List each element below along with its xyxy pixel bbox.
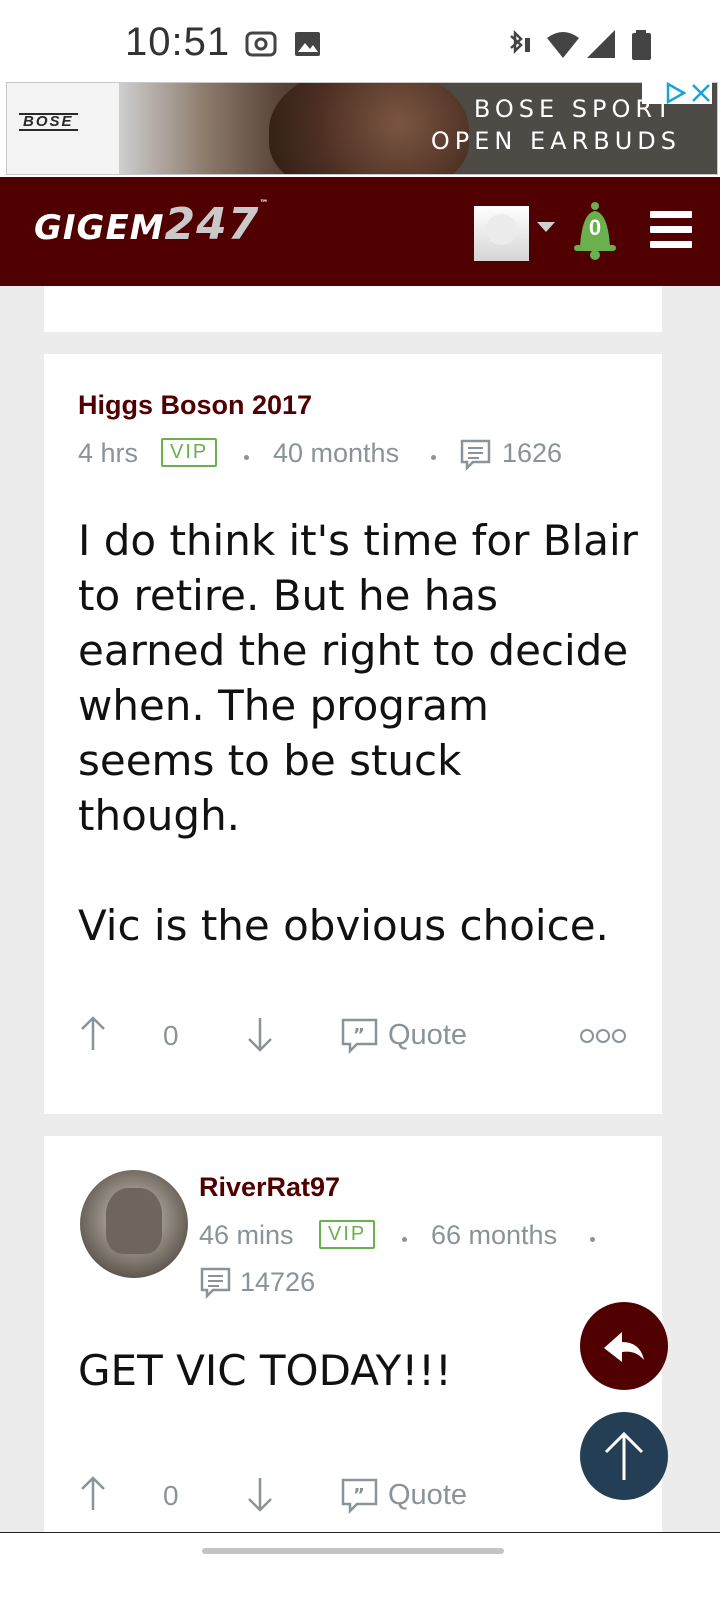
screen-record-icon bbox=[245, 31, 277, 57]
adchoices-icon[interactable] bbox=[664, 82, 688, 104]
svg-text:”: ” bbox=[353, 1485, 365, 1506]
battery-icon bbox=[632, 30, 651, 60]
ad-headline-2: OPEN EARBUDS bbox=[430, 127, 681, 155]
post-time: 46 mins bbox=[199, 1220, 294, 1250]
home-indicator[interactable] bbox=[202, 1548, 504, 1554]
logo-number: 247 bbox=[164, 199, 260, 250]
site-header: GIGEM247™ 0 bbox=[0, 177, 720, 286]
arrow-up-icon bbox=[604, 1431, 644, 1480]
author-tenure: 40 months bbox=[273, 438, 400, 468]
ad-photo bbox=[119, 83, 469, 174]
meta-separator bbox=[431, 455, 436, 460]
post-card: RiverRat97 46 mins VIP 66 months 14726 G… bbox=[44, 1136, 662, 1532]
quote-label: Quote bbox=[388, 1479, 467, 1511]
meta-separator bbox=[244, 455, 249, 460]
reply-button[interactable] bbox=[580, 1302, 668, 1390]
logo-text: GIGEM bbox=[34, 208, 165, 248]
vote-count: 0 bbox=[163, 1020, 179, 1051]
vip-badge: VIP bbox=[161, 438, 218, 467]
right-gutter bbox=[685, 286, 720, 1532]
ad-content[interactable]: BOSE BOSE SPORT OPEN EARBUDS bbox=[6, 82, 718, 175]
upvote-arrow-icon[interactable] bbox=[78, 1474, 108, 1514]
site-logo[interactable]: GIGEM247™ bbox=[34, 199, 269, 250]
quote-icon: ” bbox=[341, 1018, 378, 1054]
notification-count: 0 bbox=[588, 215, 602, 240]
quote-icon: ” bbox=[341, 1478, 378, 1514]
status-bar: 10:51 bbox=[0, 0, 720, 80]
cell-signal-icon bbox=[587, 30, 615, 58]
notifications-button[interactable]: 0 bbox=[572, 201, 618, 261]
quote-label: Quote bbox=[388, 1019, 467, 1051]
post-body: GET VIC TODAY!!! bbox=[78, 1346, 452, 1395]
author-post-count: 14726 bbox=[240, 1267, 316, 1297]
author-avatar[interactable] bbox=[80, 1170, 188, 1278]
ad-choices[interactable] bbox=[642, 82, 712, 104]
post-author[interactable]: RiverRat97 bbox=[199, 1172, 340, 1203]
vote-count: 0 bbox=[163, 1480, 179, 1511]
user-avatar[interactable] bbox=[474, 206, 529, 261]
meta-separator bbox=[402, 1237, 407, 1242]
post-body: I do think it's time for Blair to retire… bbox=[78, 516, 638, 950]
more-options-icon[interactable] bbox=[579, 1028, 627, 1044]
post-card: Higgs Boson 2017 4 hrs VIP 40 months 162… bbox=[44, 354, 662, 1114]
downvote-arrow-icon[interactable] bbox=[245, 1014, 275, 1054]
wifi-icon bbox=[547, 32, 579, 58]
logo-trademark: ™ bbox=[259, 199, 270, 209]
ad-logo-area: BOSE bbox=[7, 83, 119, 174]
hamburger-menu-icon[interactable] bbox=[650, 211, 692, 249]
reply-icon bbox=[604, 1332, 644, 1362]
post-count-icon bbox=[460, 439, 491, 472]
post-count-icon bbox=[200, 1267, 231, 1300]
bose-logo: BOSE bbox=[19, 113, 78, 131]
post-time: 4 hrs bbox=[78, 438, 139, 468]
bluetooth-vibrate-icon bbox=[510, 30, 530, 55]
meta-separator bbox=[590, 1237, 595, 1242]
system-navigation-bar bbox=[0, 1532, 720, 1601]
author-post-count: 1626 bbox=[502, 438, 563, 468]
scroll-to-top-button[interactable] bbox=[580, 1412, 668, 1500]
upvote-arrow-icon[interactable] bbox=[78, 1014, 108, 1054]
previous-post-bottom bbox=[44, 286, 662, 332]
vip-badge: VIP bbox=[319, 1220, 376, 1249]
image-icon bbox=[295, 32, 320, 56]
downvote-arrow-icon[interactable] bbox=[245, 1474, 275, 1514]
svg-text:”: ” bbox=[353, 1025, 365, 1046]
chevron-down-icon[interactable] bbox=[537, 222, 555, 232]
author-tenure: 66 months bbox=[431, 1220, 558, 1250]
ad-banner[interactable]: BOSE BOSE SPORT OPEN EARBUDS bbox=[0, 80, 720, 177]
close-ad-icon[interactable] bbox=[690, 82, 712, 104]
post-author[interactable]: Higgs Boson 2017 bbox=[78, 390, 312, 421]
status-time: 10:51 bbox=[125, 20, 231, 64]
